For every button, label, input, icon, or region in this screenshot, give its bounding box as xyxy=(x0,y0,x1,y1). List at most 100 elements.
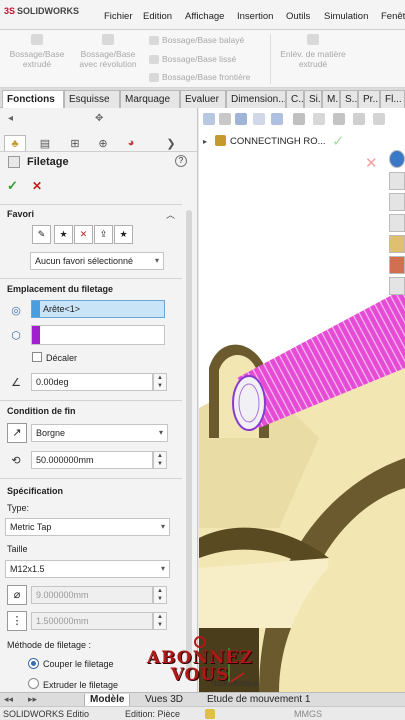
tab-s[interactable]: S... xyxy=(340,90,358,108)
dimxpert-tab-icon[interactable]: ⊕ xyxy=(92,135,114,151)
add-favorite-icon[interactable]: ★ xyxy=(54,225,73,244)
viewport-ok-icon[interactable]: ✓ xyxy=(332,132,345,150)
pitch-input[interactable]: 1.500000mm xyxy=(31,612,153,630)
menu-affichage[interactable]: Affichage xyxy=(185,11,224,22)
view-palette-icon[interactable] xyxy=(389,235,405,253)
extrude-boss-icon xyxy=(31,34,43,45)
menu-fichier[interactable]: Fichier xyxy=(104,11,133,22)
display-manager-tab-icon[interactable]: ◕ xyxy=(120,135,142,151)
pitch-spinner[interactable]: ▲ ▼ xyxy=(153,612,167,630)
more-tabs-icon[interactable]: ❯ xyxy=(160,135,182,151)
face-selection-field[interactable] xyxy=(31,325,165,345)
menu-outils[interactable]: Outils xyxy=(286,11,310,22)
end-condition-select[interactable]: Borgne ▾ xyxy=(31,424,168,442)
configuration-manager-tab-icon[interactable]: ⊞ xyxy=(64,135,86,151)
loft-boss-icon xyxy=(149,55,159,65)
tree-expand-icon[interactable]: ▸ xyxy=(203,137,207,146)
tab-dimension[interactable]: Dimension... xyxy=(226,90,286,108)
display-style-icon[interactable] xyxy=(293,113,305,125)
design-library-icon[interactable] xyxy=(389,193,405,211)
tab-pr[interactable]: Pr... xyxy=(358,90,380,108)
hide-show-icon[interactable] xyxy=(313,113,325,125)
reverse-direction-icon[interactable]: ↗ xyxy=(7,423,27,443)
loft-boss-button[interactable]: Bossage/Base lissé xyxy=(149,54,236,65)
tab-marquage[interactable]: Marquage xyxy=(120,90,180,108)
status-units[interactable]: MMGS xyxy=(294,709,322,719)
diameter-spinner[interactable]: ▲ ▼ xyxy=(153,586,167,604)
app-logo: 3S SOLIDWORKS xyxy=(4,6,79,16)
spec-type-select[interactable]: Metric Tap ▾ xyxy=(5,518,170,536)
extrude-boss-button[interactable]: Bossage/Base extrudé xyxy=(2,34,72,69)
previous-view-icon[interactable] xyxy=(235,113,247,125)
tab-m[interactable]: M... xyxy=(322,90,340,108)
delete-favorite-icon[interactable]: ✕ xyxy=(74,225,93,244)
pitch-override-icon[interactable]: ⋮ xyxy=(7,611,27,631)
manager-tabs: ♣ ▤ ⊞ ⊕ ◕ ❯ xyxy=(0,132,197,152)
diameter-override-icon[interactable]: ⌀ xyxy=(7,585,27,605)
boundary-boss-button[interactable]: Bossage/Base frontière xyxy=(149,72,250,83)
menu-insertion[interactable]: Insertion xyxy=(237,11,273,22)
tab-fonctions[interactable]: Fonctions xyxy=(2,90,64,108)
view-orientation-icon[interactable] xyxy=(271,113,283,125)
resources-icon[interactable] xyxy=(389,150,405,168)
load-favorite-icon[interactable]: ★ xyxy=(114,225,133,244)
view-settings-icon[interactable] xyxy=(373,113,385,125)
graphics-viewport[interactable]: ▸ CONNECTINGH RO... ✓ ✕ *Isométrique xyxy=(199,108,405,692)
menu-edition[interactable]: Edition xyxy=(143,11,172,22)
extrude-cut-label: Enlév. de matière extrudé xyxy=(280,49,346,69)
depth-spinner[interactable]: ▲ ▼ xyxy=(153,451,167,469)
property-manager-tab-icon[interactable]: ▤ xyxy=(34,135,56,151)
spec-size-select[interactable]: M12x1.5 ▾ xyxy=(5,560,170,578)
diameter-input[interactable]: 9.000000mm xyxy=(31,586,153,604)
menu-simulation[interactable]: Simulation xyxy=(324,11,368,22)
edge-select-icon: ◎ xyxy=(11,304,21,317)
swept-boss-button[interactable]: Bossage/Base balayé xyxy=(149,35,244,46)
menu-fenetre[interactable]: Fenêt xyxy=(381,11,405,22)
zoom-area-icon[interactable] xyxy=(219,113,231,125)
home-icon[interactable] xyxy=(389,172,405,190)
file-explorer-icon[interactable] xyxy=(389,214,405,232)
ribbon-separator xyxy=(270,34,271,84)
tab-fl[interactable]: Fl... xyxy=(380,90,405,108)
watermark-text: ABONNEZ VOUS xyxy=(146,648,254,685)
zoom-fit-icon[interactable] xyxy=(203,113,215,125)
start-angle-input[interactable]: 0.00deg xyxy=(31,373,153,391)
method-cut-radio[interactable] xyxy=(28,658,39,669)
scroll-right-icon[interactable]: ▸▸ xyxy=(28,694,37,705)
custom-properties-icon[interactable] xyxy=(389,277,405,295)
method-extrude-radio[interactable] xyxy=(28,678,39,689)
scroll-left-icon[interactable]: ◂◂ xyxy=(4,694,13,705)
apply-scene-icon[interactable] xyxy=(353,113,365,125)
favorites-collapse-icon[interactable]: ︿ xyxy=(166,208,175,221)
start-angle-spinner[interactable]: ▲ ▼ xyxy=(153,373,167,391)
tab-si[interactable]: Si... xyxy=(304,90,322,108)
extrude-cut-button[interactable]: Enlév. de matière extrudé xyxy=(272,34,354,69)
apply-defaults-icon[interactable]: ✎ xyxy=(32,225,51,244)
panel-arrow-left-icon[interactable]: ◂ xyxy=(8,113,13,124)
rebuild-icon[interactable] xyxy=(205,709,215,719)
edit-appearance-icon[interactable] xyxy=(333,113,345,125)
favorite-select[interactable]: Aucun favori sélectionné ▾ xyxy=(30,252,164,270)
appearances-icon[interactable] xyxy=(389,256,405,274)
revolve-boss-button[interactable]: Bossage/Base avec révolution xyxy=(70,34,146,69)
offset-checkbox[interactable] xyxy=(32,352,42,362)
thread-method-label: Méthode de filetage : xyxy=(7,640,92,650)
section-view-icon[interactable] xyxy=(253,113,265,125)
cancel-button[interactable]: ✕ xyxy=(32,179,42,193)
depth-input[interactable]: 50.000000mm xyxy=(31,451,153,469)
help-icon[interactable]: ? xyxy=(175,155,187,167)
edge-selection-field[interactable]: Arête<1> xyxy=(31,300,165,318)
status-bar: SOLIDWORKS Editio Edition: Pièce MMGS xyxy=(0,706,405,720)
feature-tree-tab-icon[interactable]: ♣ xyxy=(4,135,26,151)
tab-esquisse[interactable]: Esquisse xyxy=(64,90,120,108)
panel-scrollbar[interactable] xyxy=(186,210,192,680)
section-divider xyxy=(0,204,182,205)
ok-button[interactable]: ✓ xyxy=(7,178,18,194)
viewport-cancel-icon[interactable]: ✕ xyxy=(365,154,378,172)
tab-c[interactable]: C... xyxy=(286,90,304,108)
save-favorite-icon[interactable]: ⇪ xyxy=(94,225,113,244)
swept-boss-icon xyxy=(149,36,159,46)
panel-pin-icon[interactable]: ✥ xyxy=(95,113,103,124)
tab-evaluer[interactable]: Evaluer xyxy=(180,90,226,108)
tree-part-name[interactable]: CONNECTINGH RO... xyxy=(230,136,326,147)
